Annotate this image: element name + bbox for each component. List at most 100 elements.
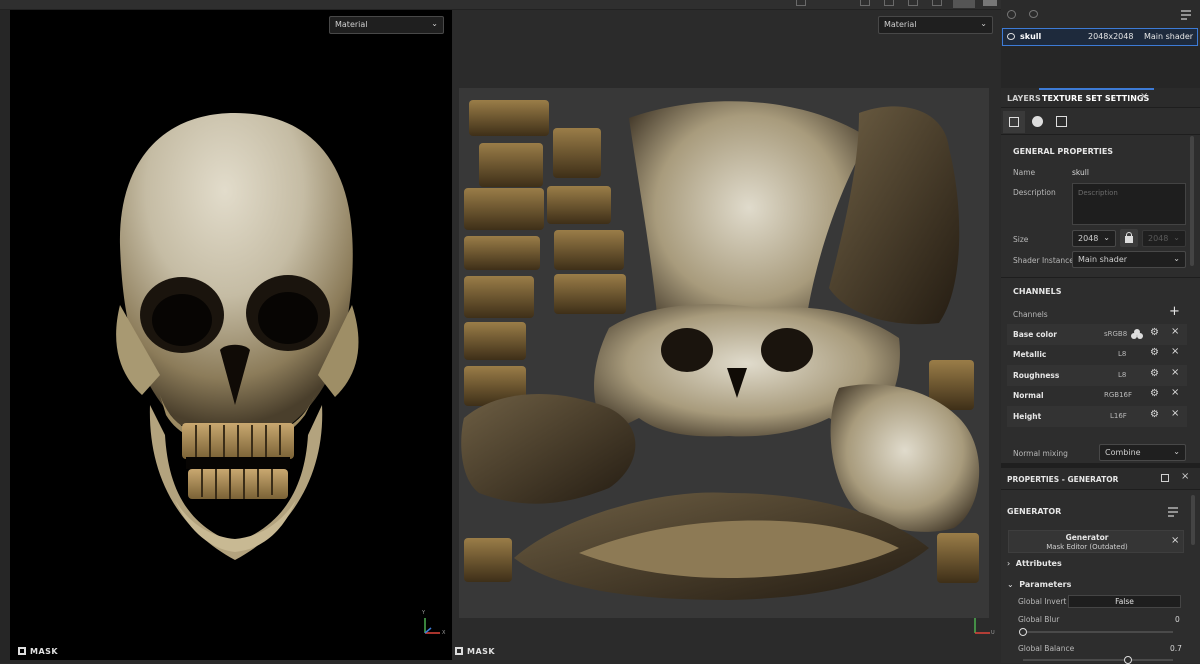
normal-mixing-value: Combine [1105,448,1141,457]
remove-channel-icon[interactable]: × [1171,387,1179,398]
texture-icon [1009,117,1019,127]
hide-icon[interactable] [1007,10,1016,19]
remove-generator-icon[interactable]: × [1171,535,1179,546]
material-sphere-icon[interactable] [1032,116,1043,127]
panel-tabs: LAYERS TEXTURE SET SETTINGS × [1001,88,1200,108]
channel-format: L16F [1110,412,1127,420]
tab-texture-set-settings-label: TEXTURE SET SETTINGS [1042,94,1150,103]
chevron-down-icon: ⌄ [1173,254,1180,263]
attributes-label: Attributes [1015,559,1062,568]
add-channel-icon[interactable]: + [1169,304,1180,319]
normal-mixing-label: Normal mixing [1013,449,1068,458]
channel-row-height[interactable]: Height L16F ⚙ × [1007,406,1187,427]
generator-section-header: GENERATOR [1007,507,1062,516]
scrollbar-thumb[interactable] [1190,136,1194,266]
toolbar-icon[interactable] [932,0,942,6]
name-value[interactable]: skull [1072,168,1089,177]
generator-name: Generator [1065,533,1109,542]
axis-x-label: X [442,630,446,636]
mask-toggle-3d[interactable]: MASK [18,647,58,656]
texture-set-icon-tab[interactable] [1003,111,1025,133]
screen-icon[interactable] [983,0,997,6]
channel-settings-icon[interactable]: ⚙ [1150,368,1159,379]
parameters-label: Parameters [1019,580,1072,589]
menu-icon[interactable] [1168,507,1178,517]
material-dropdown-3d[interactable]: Material ⌄ [329,16,444,34]
remove-channel-icon[interactable]: × [1171,346,1179,357]
channel-row-roughness[interactable]: Roughness L8 ⚙ × [1007,365,1187,386]
channel-format: RGB16F [1104,391,1133,399]
axis-u-label: U [991,630,995,636]
shader-instance-dropdown[interactable]: Main shader ⌄ [1072,251,1186,268]
chevron-down-icon: ⌄ [1173,233,1180,242]
channel-settings-icon[interactable]: ⚙ [1150,388,1159,399]
global-blur-slider[interactable] [1019,628,1173,636]
description-field[interactable]: Description [1072,183,1186,225]
eye-icon[interactable] [1029,10,1038,18]
channel-settings-icon[interactable]: ⚙ [1150,409,1159,420]
toolbar-icon[interactable] [860,0,870,6]
tab-layers[interactable]: LAYERS [1007,94,1041,103]
scrollbar-thumb[interactable] [1191,495,1195,545]
channel-name: Roughness [1013,371,1060,380]
attributes-section[interactable]: › Attributes [1007,559,1062,568]
texture-set-list-header [1001,0,1200,28]
global-balance-value: 0.7 [1170,644,1182,653]
lock-ratio-button[interactable] [1120,229,1138,247]
channel-format: L8 [1118,371,1127,379]
lock-shackle [1126,232,1132,238]
close-tab-icon[interactable]: × [1140,91,1148,102]
remove-channel-icon[interactable]: × [1171,408,1179,419]
texture-set-size: 2048x2048 [1088,32,1134,41]
menu-icon[interactable] [1181,10,1191,20]
properties-title: PROPERTIES - GENERATOR [1007,475,1119,484]
properties-header: PROPERTIES - GENERATOR × [1001,468,1200,490]
slider-knob[interactable] [1019,628,1027,636]
chevron-down-icon: ⌄ [1173,447,1180,456]
uv-crop-icon[interactable] [1056,116,1067,127]
toolbar-icon[interactable] [908,0,918,6]
size-dropdown[interactable]: 2048 ⌄ [1072,230,1116,247]
channel-settings-icon[interactable]: ⚙ [1150,327,1159,338]
mask-label-2d: MASK [467,647,496,656]
mask-toggle-2d[interactable]: MASK [455,647,495,656]
global-balance-slider[interactable] [1023,656,1173,664]
settings-icon-row [1001,109,1200,133]
texture-set-row[interactable]: skull 2048x2048 Main shader [1002,28,1198,46]
channel-row-normal[interactable]: Normal RGB16F ⚙ × [1007,386,1187,406]
channel-row-metallic[interactable]: Metallic L8 ⚙ × [1007,345,1187,365]
chevron-down-icon: ⌄ [431,19,438,28]
texture-set-name: skull [1020,32,1042,41]
remove-channel-icon[interactable]: × [1171,326,1179,337]
global-invert-value: False [1115,597,1134,606]
close-icon[interactable]: × [1181,471,1189,482]
left-tool-strip [0,10,10,663]
toolbar-icon[interactable] [796,0,806,6]
remove-channel-icon[interactable]: × [1171,367,1179,378]
chevron-down-icon: ⌄ [1007,580,1014,589]
parameters-section[interactable]: ⌄ Parameters [1007,580,1071,589]
normal-mixing-dropdown[interactable]: Combine ⌄ [1099,444,1186,461]
channel-format: L8 [1118,350,1127,358]
name-label: Name [1013,168,1036,177]
global-invert-label: Global Invert [1018,597,1067,606]
channel-settings-icon[interactable]: ⚙ [1150,347,1159,358]
material-dropdown-3d-label: Material [335,20,368,29]
tab-texture-set-settings[interactable]: TEXTURE SET SETTINGS [1039,88,1154,108]
generator-card[interactable]: Generator Mask Editor (Outdated) × [1008,530,1184,553]
undock-icon[interactable] [1161,474,1169,482]
size-dropdown-value: 2048 [1078,234,1099,243]
description-label: Description [1013,188,1056,197]
checkbox-icon [455,647,463,655]
material-dropdown-2d[interactable]: Material ⌄ [878,16,993,34]
active-tool-icon[interactable] [953,0,975,8]
color-channels-icon[interactable] [1131,329,1143,340]
global-invert-toggle[interactable]: False [1068,595,1181,608]
chevron-down-icon: ⌄ [980,19,987,28]
shader-instance-label: Shader Instance [1013,256,1074,265]
checkbox-icon [18,647,26,655]
toolbar-icon[interactable] [884,0,894,6]
viewport-3d[interactable]: Material ⌄ Y X MASK [10,10,452,660]
channel-row-base-color[interactable]: Base color sRGB8 ⚙ × [1007,324,1187,345]
visibility-eye-icon[interactable] [1007,33,1015,40]
